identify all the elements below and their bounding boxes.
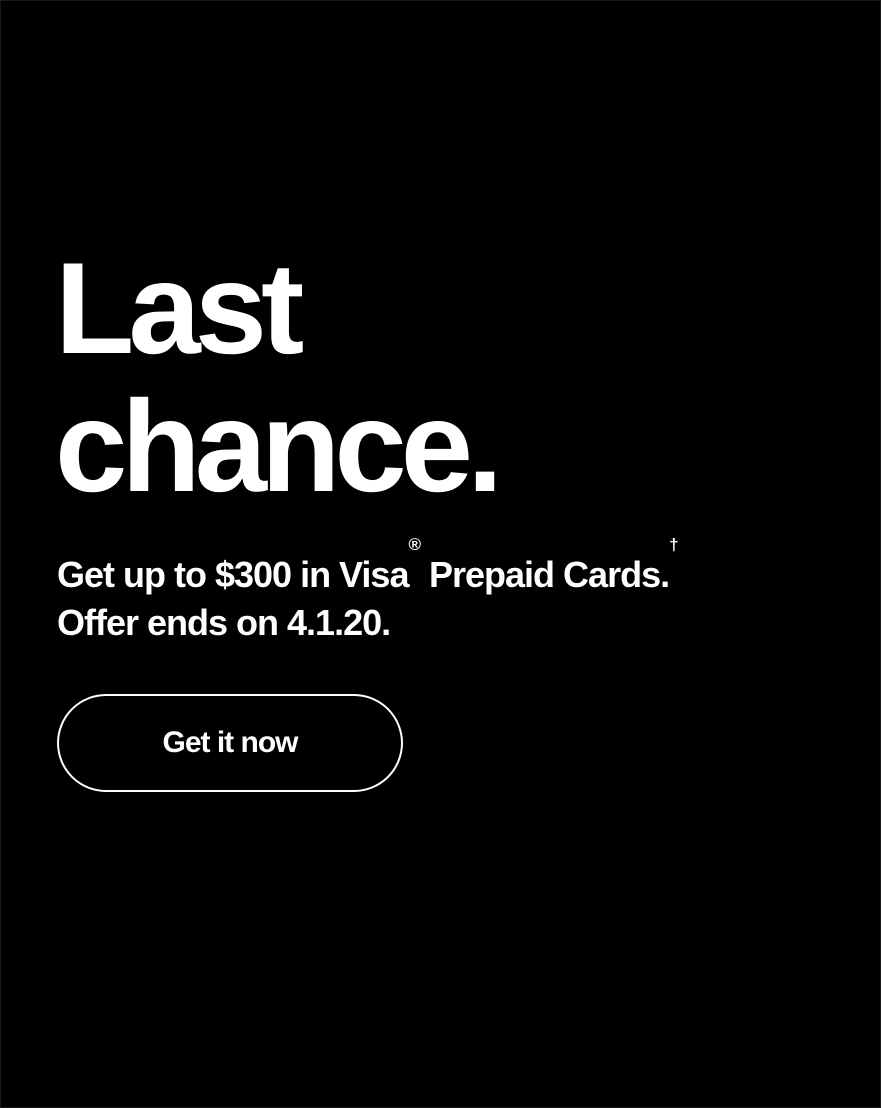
get-it-now-button[interactable]: Get it now (57, 694, 403, 792)
dagger-footnote-mark: † (669, 535, 679, 554)
promo-banner: Last chance. Get up to $300 in Visa® Pre… (0, 0, 881, 1108)
offer-text-part-2: Prepaid Cards. (420, 554, 670, 595)
offer-text: Get up to $300 in Visa® Prepaid Cards.† … (57, 536, 679, 647)
headline-line-2: chance. (55, 373, 503, 519)
offer-end-date: Offer ends on 4.1.20. (57, 602, 391, 643)
offer-line-1: Get up to $300 in Visa® Prepaid Cards.† (57, 536, 679, 599)
offer-text-part-1: Get up to $300 in Visa (57, 554, 409, 595)
registered-trademark-mark: ® (408, 535, 420, 554)
headline: Last chance. (55, 235, 503, 519)
headline-line-1: Last (55, 235, 304, 381)
